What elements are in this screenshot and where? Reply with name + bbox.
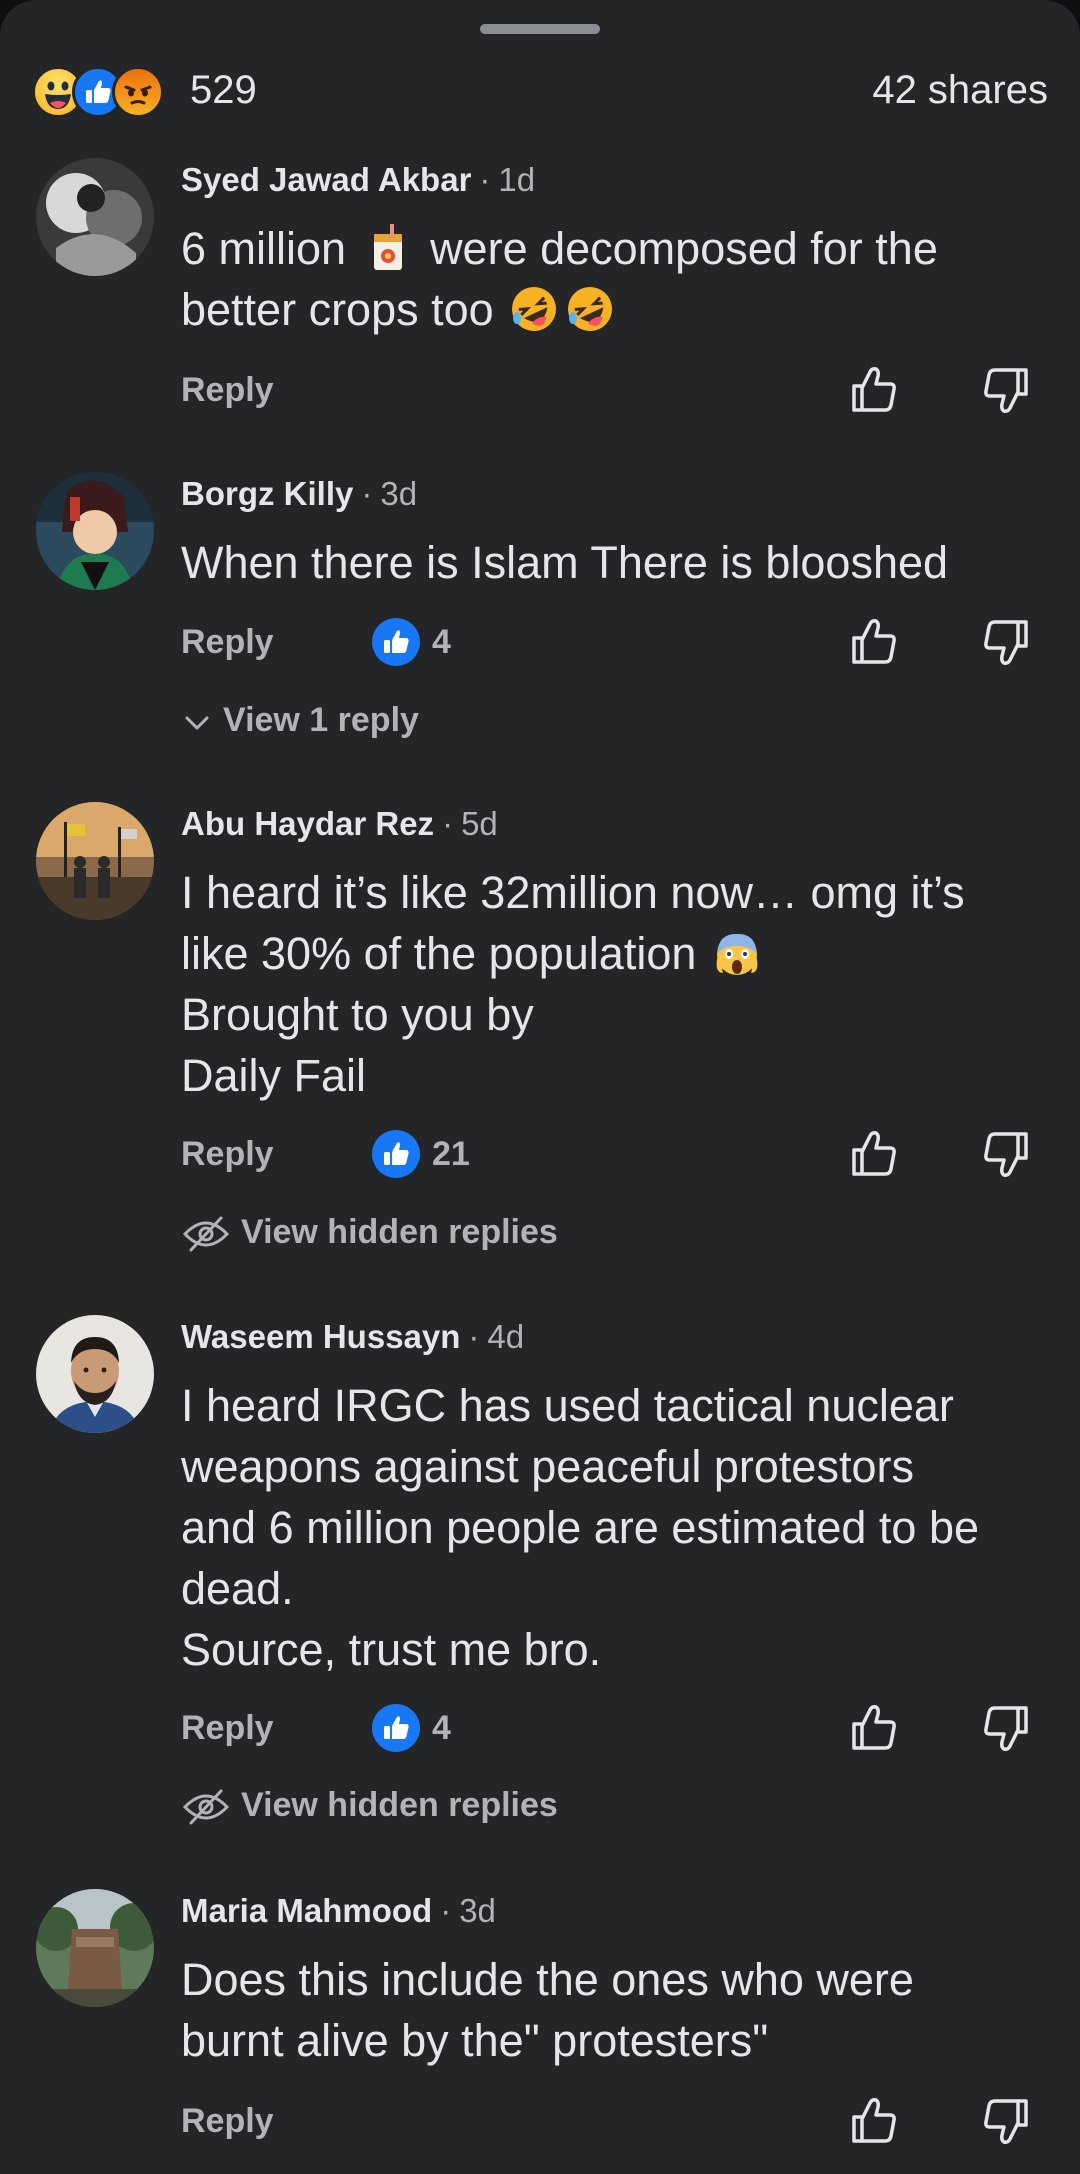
comment-text: I heard it’s like 32million now… omg it’…	[181, 867, 965, 1101]
view-hidden-replies-link[interactable]: View hidden replies	[181, 1210, 558, 1254]
reaction-icons	[32, 66, 182, 118]
like-badge-icon	[372, 1130, 420, 1178]
reply-button[interactable]: Reply	[181, 1134, 274, 1174]
thumbs-down-icon[interactable]	[980, 616, 1032, 668]
screaming-face-emoji	[713, 929, 761, 977]
juice-box-emoji	[364, 224, 412, 272]
thumbs-down-icon[interactable]	[980, 2095, 1032, 2147]
thumbs-up-icon[interactable]	[848, 2095, 900, 2147]
chevron-down-icon	[181, 706, 213, 738]
reaction-count[interactable]: 529	[190, 66, 257, 114]
reaction-summary[interactable]: 529 42 shares	[32, 62, 1048, 118]
comment-time: 5d	[461, 805, 498, 842]
like-badge-icon	[372, 1704, 420, 1752]
reply-button[interactable]: Reply	[181, 2101, 274, 2141]
reply-button[interactable]: Reply	[181, 622, 274, 662]
comment-time: 3d	[459, 1892, 496, 1929]
comment-time: 3d	[380, 475, 418, 512]
eye-slash-icon	[181, 1216, 231, 1252]
avatar[interactable]	[36, 1315, 154, 1433]
reply-button[interactable]: Reply	[181, 370, 274, 410]
avatar[interactable]	[36, 1889, 154, 2007]
avatar[interactable]	[36, 802, 154, 920]
comment-author[interactable]: Syed Jawad Akbar · 1d	[181, 160, 535, 200]
rolling-laughing-emoji	[566, 285, 614, 333]
thumbs-up-icon[interactable]	[848, 616, 900, 668]
comment-author[interactable]: Borgz Killy · 3d	[181, 474, 417, 514]
comment-text: Does this include the ones who were burn…	[181, 1954, 914, 2066]
reply-button[interactable]: Reply	[181, 1708, 274, 1748]
angry-icon	[112, 66, 164, 118]
view-replies-link[interactable]: View 1 reply	[181, 698, 419, 742]
rolling-laughing-emoji	[510, 285, 558, 333]
thumbs-up-icon[interactable]	[848, 364, 900, 416]
thumbs-down-icon[interactable]	[980, 1702, 1032, 1754]
drag-handle[interactable]	[480, 24, 600, 34]
comment-author[interactable]: Maria Mahmood · 3d	[181, 1891, 496, 1931]
comment-author[interactable]: Abu Haydar Rez · 5d	[181, 804, 498, 844]
avatar[interactable]	[36, 472, 154, 590]
comment-text: I heard IRGC has used tactical nuclear w…	[181, 1380, 980, 1675]
view-hidden-replies-link[interactable]: View hidden replies	[181, 1783, 558, 1827]
shares-count[interactable]: 42 shares	[872, 66, 1048, 114]
comment-text: When there is Islam There is blooshed	[181, 537, 949, 588]
thumbs-down-icon[interactable]	[980, 1128, 1032, 1180]
eye-slash-icon	[181, 1789, 231, 1825]
thumbs-down-icon[interactable]	[980, 364, 1032, 416]
like-badge-icon	[372, 618, 420, 666]
comments-sheet: 529 42 shares Syed Jawad Akbar · 1d 6 mill…	[0, 0, 1080, 2174]
comment-text: 6 million were decomposed for the better …	[181, 218, 1041, 340]
thumbs-up-icon[interactable]	[848, 1128, 900, 1180]
avatar[interactable]	[36, 158, 154, 276]
comment-time: 4d	[487, 1318, 525, 1355]
comment-time: 1d	[498, 161, 536, 198]
comment-author[interactable]: Waseem Hussayn · 4d	[181, 1317, 524, 1357]
thumbs-up-icon[interactable]	[848, 1702, 900, 1754]
